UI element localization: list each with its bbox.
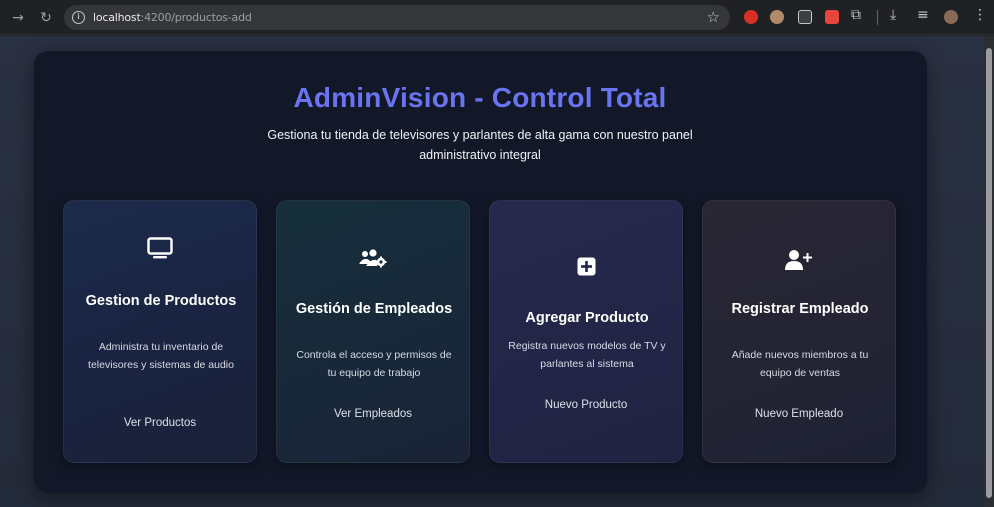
square-plus-icon bbox=[490, 257, 682, 276]
extensions-puzzle-icon[interactable]: ⧉ bbox=[851, 7, 861, 23]
card-gestion-productos[interactable]: Gestion de Productos Administra tu inven… bbox=[63, 200, 257, 463]
page-title: AdminVision - Control Total bbox=[293, 82, 667, 113]
extension-red-icon[interactable] bbox=[744, 10, 758, 24]
users-gear-icon bbox=[277, 249, 469, 269]
card-description: Administra tu inventario de televisores … bbox=[88, 341, 234, 371]
address-bar[interactable]: i localhost:4200/productos-add ☆ bbox=[64, 5, 730, 30]
tv-icon bbox=[64, 237, 256, 259]
nuevo-producto-link[interactable]: Nuevo Producto bbox=[490, 399, 682, 411]
toolbar-separator bbox=[877, 10, 878, 25]
card-title: Registrar Empleado bbox=[731, 301, 869, 317]
url-host: localhost bbox=[93, 11, 141, 24]
profile-avatar-icon[interactable] bbox=[944, 10, 958, 24]
nuevo-empleado-link[interactable]: Nuevo Empleado bbox=[703, 408, 895, 420]
scrollbar-thumb[interactable] bbox=[986, 48, 992, 498]
card-gestion-empleados[interactable]: Gestión de Empleados Controla el acceso … bbox=[276, 200, 470, 463]
browser-toolbar: → ↻ i localhost:4200/productos-add ☆ ⧉ ⤓… bbox=[0, 0, 994, 35]
extension-on-icon[interactable] bbox=[798, 10, 812, 24]
url-path: :4200/productos-add bbox=[140, 11, 252, 24]
page-subtitle: Gestiona tu tienda de televisores y parl… bbox=[267, 128, 693, 162]
user-plus-icon bbox=[703, 249, 895, 271]
reload-icon[interactable]: ↻ bbox=[36, 8, 56, 28]
forward-icon[interactable]: → bbox=[8, 8, 28, 28]
card-agregar-producto[interactable]: Agregar Producto Registra nuevos modelos… bbox=[489, 200, 683, 463]
site-info-icon[interactable]: i bbox=[72, 11, 85, 24]
scrollbar-track[interactable] bbox=[984, 36, 994, 507]
media-queue-icon[interactable]: ≡ bbox=[917, 7, 929, 23]
card-title: Agregar Producto bbox=[525, 310, 649, 326]
ver-empleados-link[interactable]: Ver Empleados bbox=[277, 408, 469, 420]
extension-record-icon[interactable] bbox=[825, 10, 839, 24]
card-description: Añade nuevos miembros a tu equipo de ven… bbox=[731, 349, 869, 379]
url-text[interactable]: localhost:4200/productos-add bbox=[93, 11, 252, 24]
download-icon[interactable]: ⤓ bbox=[890, 7, 896, 23]
card-title: Gestion de Productos bbox=[85, 293, 237, 309]
card-title: Gestión de Empleados bbox=[295, 301, 453, 317]
bookmark-star-icon[interactable]: ☆ bbox=[707, 8, 720, 26]
ver-productos-link[interactable]: Ver Productos bbox=[64, 417, 256, 429]
card-description: Controla el acceso y permisos de tu equi… bbox=[296, 349, 452, 379]
card-description: Registra nuevos modelos de TV y parlante… bbox=[508, 340, 666, 370]
menu-kebab-icon[interactable]: ⋮ bbox=[973, 7, 987, 23]
card-registrar-empleado[interactable]: Registrar Empleado Añade nuevos miembros… bbox=[702, 200, 896, 463]
extension-avatar-icon[interactable] bbox=[770, 10, 784, 24]
